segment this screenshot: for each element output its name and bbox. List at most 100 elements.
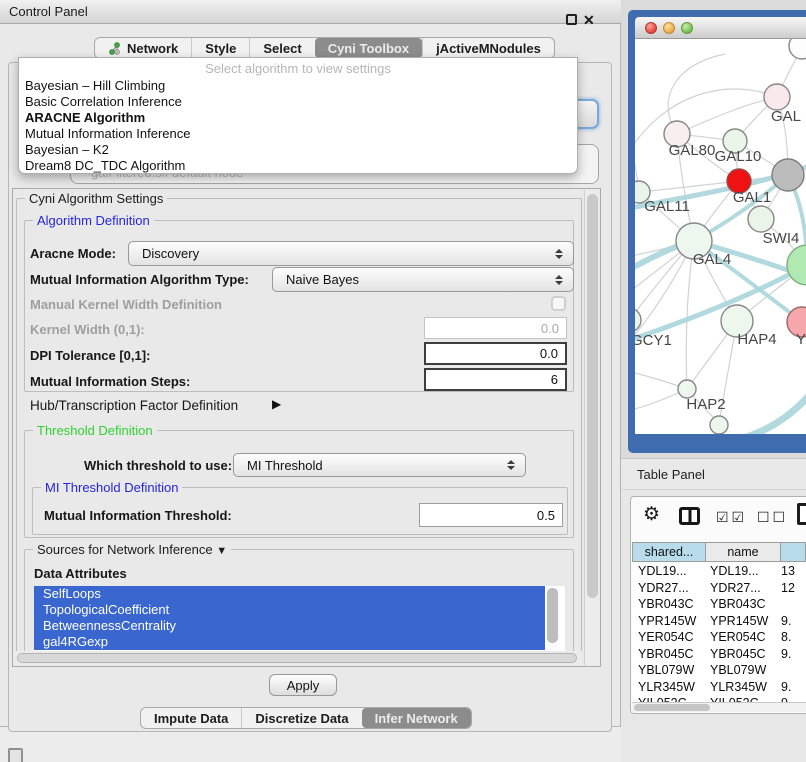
attribute-list-item[interactable]: TopologicalCoefficient: [34, 602, 545, 618]
algorithm-option[interactable]: Mutual Information Inference: [19, 126, 577, 142]
deselect-all-icon[interactable]: ☐☐: [757, 509, 788, 526]
minimize-traffic-light-icon[interactable]: [663, 22, 675, 34]
table-cell: YIL052C: [632, 695, 704, 702]
table-cell: 9.: [779, 646, 806, 663]
table-row[interactable]: YIL052CYIL052C9: [632, 695, 806, 702]
network-node-bottom[interactable]: [710, 416, 728, 434]
cyni-bottom-tabbar: Impute Data Discretize Data Infer Network: [140, 707, 472, 729]
export-table-icon[interactable]: [797, 503, 806, 525]
tab-label: Infer Network: [375, 711, 458, 726]
attribute-list-item[interactable]: SelfLoops: [34, 586, 545, 602]
column-header[interactable]: [780, 543, 805, 561]
mi-steps-field[interactable]: 6: [424, 368, 567, 391]
tab-cyni-toolbox[interactable]: Cyni Toolbox: [315, 38, 422, 58]
which-threshold-label: Which threshold to use:: [84, 458, 232, 473]
tab-infer-network[interactable]: Infer Network: [362, 708, 471, 728]
table-row[interactable]: YBR043CYBR043C: [632, 596, 806, 613]
network-node-green-mid[interactable]: [748, 206, 774, 232]
column-header[interactable]: shared...: [633, 543, 705, 561]
aracne-mode-value: Discovery: [142, 246, 199, 261]
combo-arrows-icon: [555, 273, 563, 287]
close-icon[interactable]: ✕: [583, 10, 595, 30]
table-row[interactable]: YDR27...YDR27...12: [632, 580, 806, 597]
table-row[interactable]: YBL079WYBL079W: [632, 662, 806, 679]
horizontal-scrollbar[interactable]: [14, 651, 582, 665]
select-all-icon[interactable]: ☑☑: [716, 509, 747, 526]
vertical-scrollbar[interactable]: [584, 190, 599, 665]
table-cell: YER054C: [632, 629, 704, 646]
table-settings-gear-icon[interactable]: ⚙: [643, 504, 660, 526]
table-cell: YBR043C: [632, 596, 704, 613]
table-row[interactable]: YLR345WYLR345W9.: [632, 679, 806, 696]
expanded-arrow-icon[interactable]: ▼: [216, 545, 227, 557]
table-cell: [779, 662, 806, 679]
mi-steps-value: 6: [551, 372, 558, 387]
mi-threshold-field[interactable]: 0.5: [419, 503, 563, 527]
sources-title-text: Sources for Network Inference: [37, 542, 213, 557]
vertical-scrollbar-thumb[interactable]: [587, 194, 598, 598]
hub-section-label[interactable]: Hub/Transcription Factor Definition: [30, 398, 238, 413]
table-horizontal-scrollbar[interactable]: [632, 702, 806, 712]
network-edge[interactable]: [677, 97, 777, 134]
table-row[interactable]: YBR045CYBR045C9.: [632, 646, 806, 663]
zoom-traffic-light-icon[interactable]: [681, 22, 693, 34]
column-selector-icon[interactable]: [679, 507, 700, 525]
table-row[interactable]: YDL19...YDL19...13: [632, 563, 806, 580]
algorithm-option[interactable]: Dream8 DC_TDC Algorithm: [19, 158, 577, 174]
attribute-list-item[interactable]: gal4RGexp: [34, 634, 545, 650]
table-row[interactable]: YER054CYER054C8.: [632, 629, 806, 646]
mi-threshold-label: Mutual Information Threshold:: [44, 508, 232, 523]
float-window-icon[interactable]: [566, 14, 577, 25]
attribute-list-scrollbar-thumb[interactable]: [547, 588, 558, 643]
tab-discretize-data[interactable]: Discretize Data: [241, 708, 361, 728]
mi-type-combo[interactable]: Naive Bayes: [272, 267, 574, 292]
tab-network[interactable]: Network: [95, 38, 191, 58]
table-cell: YDL19...: [632, 563, 704, 580]
apply-button[interactable]: Apply: [269, 674, 337, 696]
attribute-list-scrollbar[interactable]: [546, 587, 560, 650]
table-cell: 12: [779, 580, 806, 597]
manual-kernel-checkbox[interactable]: [551, 296, 566, 311]
tab-jactivemnodules[interactable]: jActiveMNodules: [422, 38, 554, 58]
horizontal-scrollbar-thumb[interactable]: [17, 653, 577, 663]
data-attributes-list[interactable]: SelfLoopsTopologicalCoefficientBetweenne…: [34, 586, 565, 651]
algorithm-list: Bayesian – Hill ClimbingBasic Correlatio…: [19, 78, 577, 174]
network-node-label: HAP4: [737, 331, 776, 348]
dpi-tolerance-field[interactable]: 0.0: [424, 342, 567, 365]
algorithm-option[interactable]: Bayesian – Hill Climbing: [19, 78, 577, 94]
aracne-mode-label: Aracne Mode:: [30, 246, 116, 261]
network-node-label: GCY1: [635, 332, 672, 349]
which-threshold-combo[interactable]: MI Threshold: [233, 453, 526, 477]
mi-type-value: Naive Bayes: [286, 272, 359, 287]
table-horizontal-scrollbar-thumb[interactable]: [634, 704, 710, 711]
attribute-list-item[interactable]: BetweennessCentrality: [34, 618, 545, 634]
tab-style[interactable]: Style: [191, 38, 249, 58]
table-row[interactable]: YPR145WYPR145W9.: [632, 613, 806, 630]
column-header[interactable]: name: [705, 543, 780, 561]
close-traffic-light-icon[interactable]: [645, 22, 657, 34]
tab-label: jActiveMNodules: [436, 41, 541, 56]
algorithm-option[interactable]: ARACNE Algorithm: [19, 110, 577, 126]
table-cell: YBL079W: [704, 662, 779, 679]
kernel-width-field[interactable]: 0.0: [424, 317, 567, 339]
tab-impute-data[interactable]: Impute Data: [141, 708, 241, 728]
table-cell: YER054C: [704, 629, 779, 646]
algorithm-option[interactable]: Basic Correlation Inference: [19, 94, 577, 110]
mi-type-label: Mutual Information Algorithm Type:: [30, 272, 249, 287]
algorithm-dropdown-popup: Select algorithm to view settings Bayesi…: [18, 57, 578, 174]
network-window-titlebar: [635, 17, 806, 39]
tab-select[interactable]: Select: [249, 38, 314, 58]
network-graph[interactable]: GALGAL80GAL10GAL1GAL11SWI4GAL4HAP4YGCY1H…: [635, 39, 806, 434]
tab-label: Discretize Data: [255, 711, 348, 726]
network-node-top-partial[interactable]: [789, 39, 806, 59]
combo-arrows-icon: [555, 247, 563, 261]
network-canvas[interactable]: GALGAL80GAL10GAL1GAL11SWI4GAL4HAP4YGCY1H…: [635, 39, 806, 434]
aracne-mode-combo[interactable]: Discovery: [128, 241, 574, 266]
network-node-gray[interactable]: [772, 159, 804, 191]
table-cell: 9.: [779, 679, 806, 696]
collapsed-arrow-icon[interactable]: ▶: [272, 397, 281, 411]
docked-panel-icon[interactable]: [8, 748, 23, 762]
network-node-pink-top[interactable]: [764, 84, 790, 110]
algorithm-option[interactable]: Bayesian – K2: [19, 142, 577, 158]
network-edge-thick[interactable]: [747, 391, 806, 434]
